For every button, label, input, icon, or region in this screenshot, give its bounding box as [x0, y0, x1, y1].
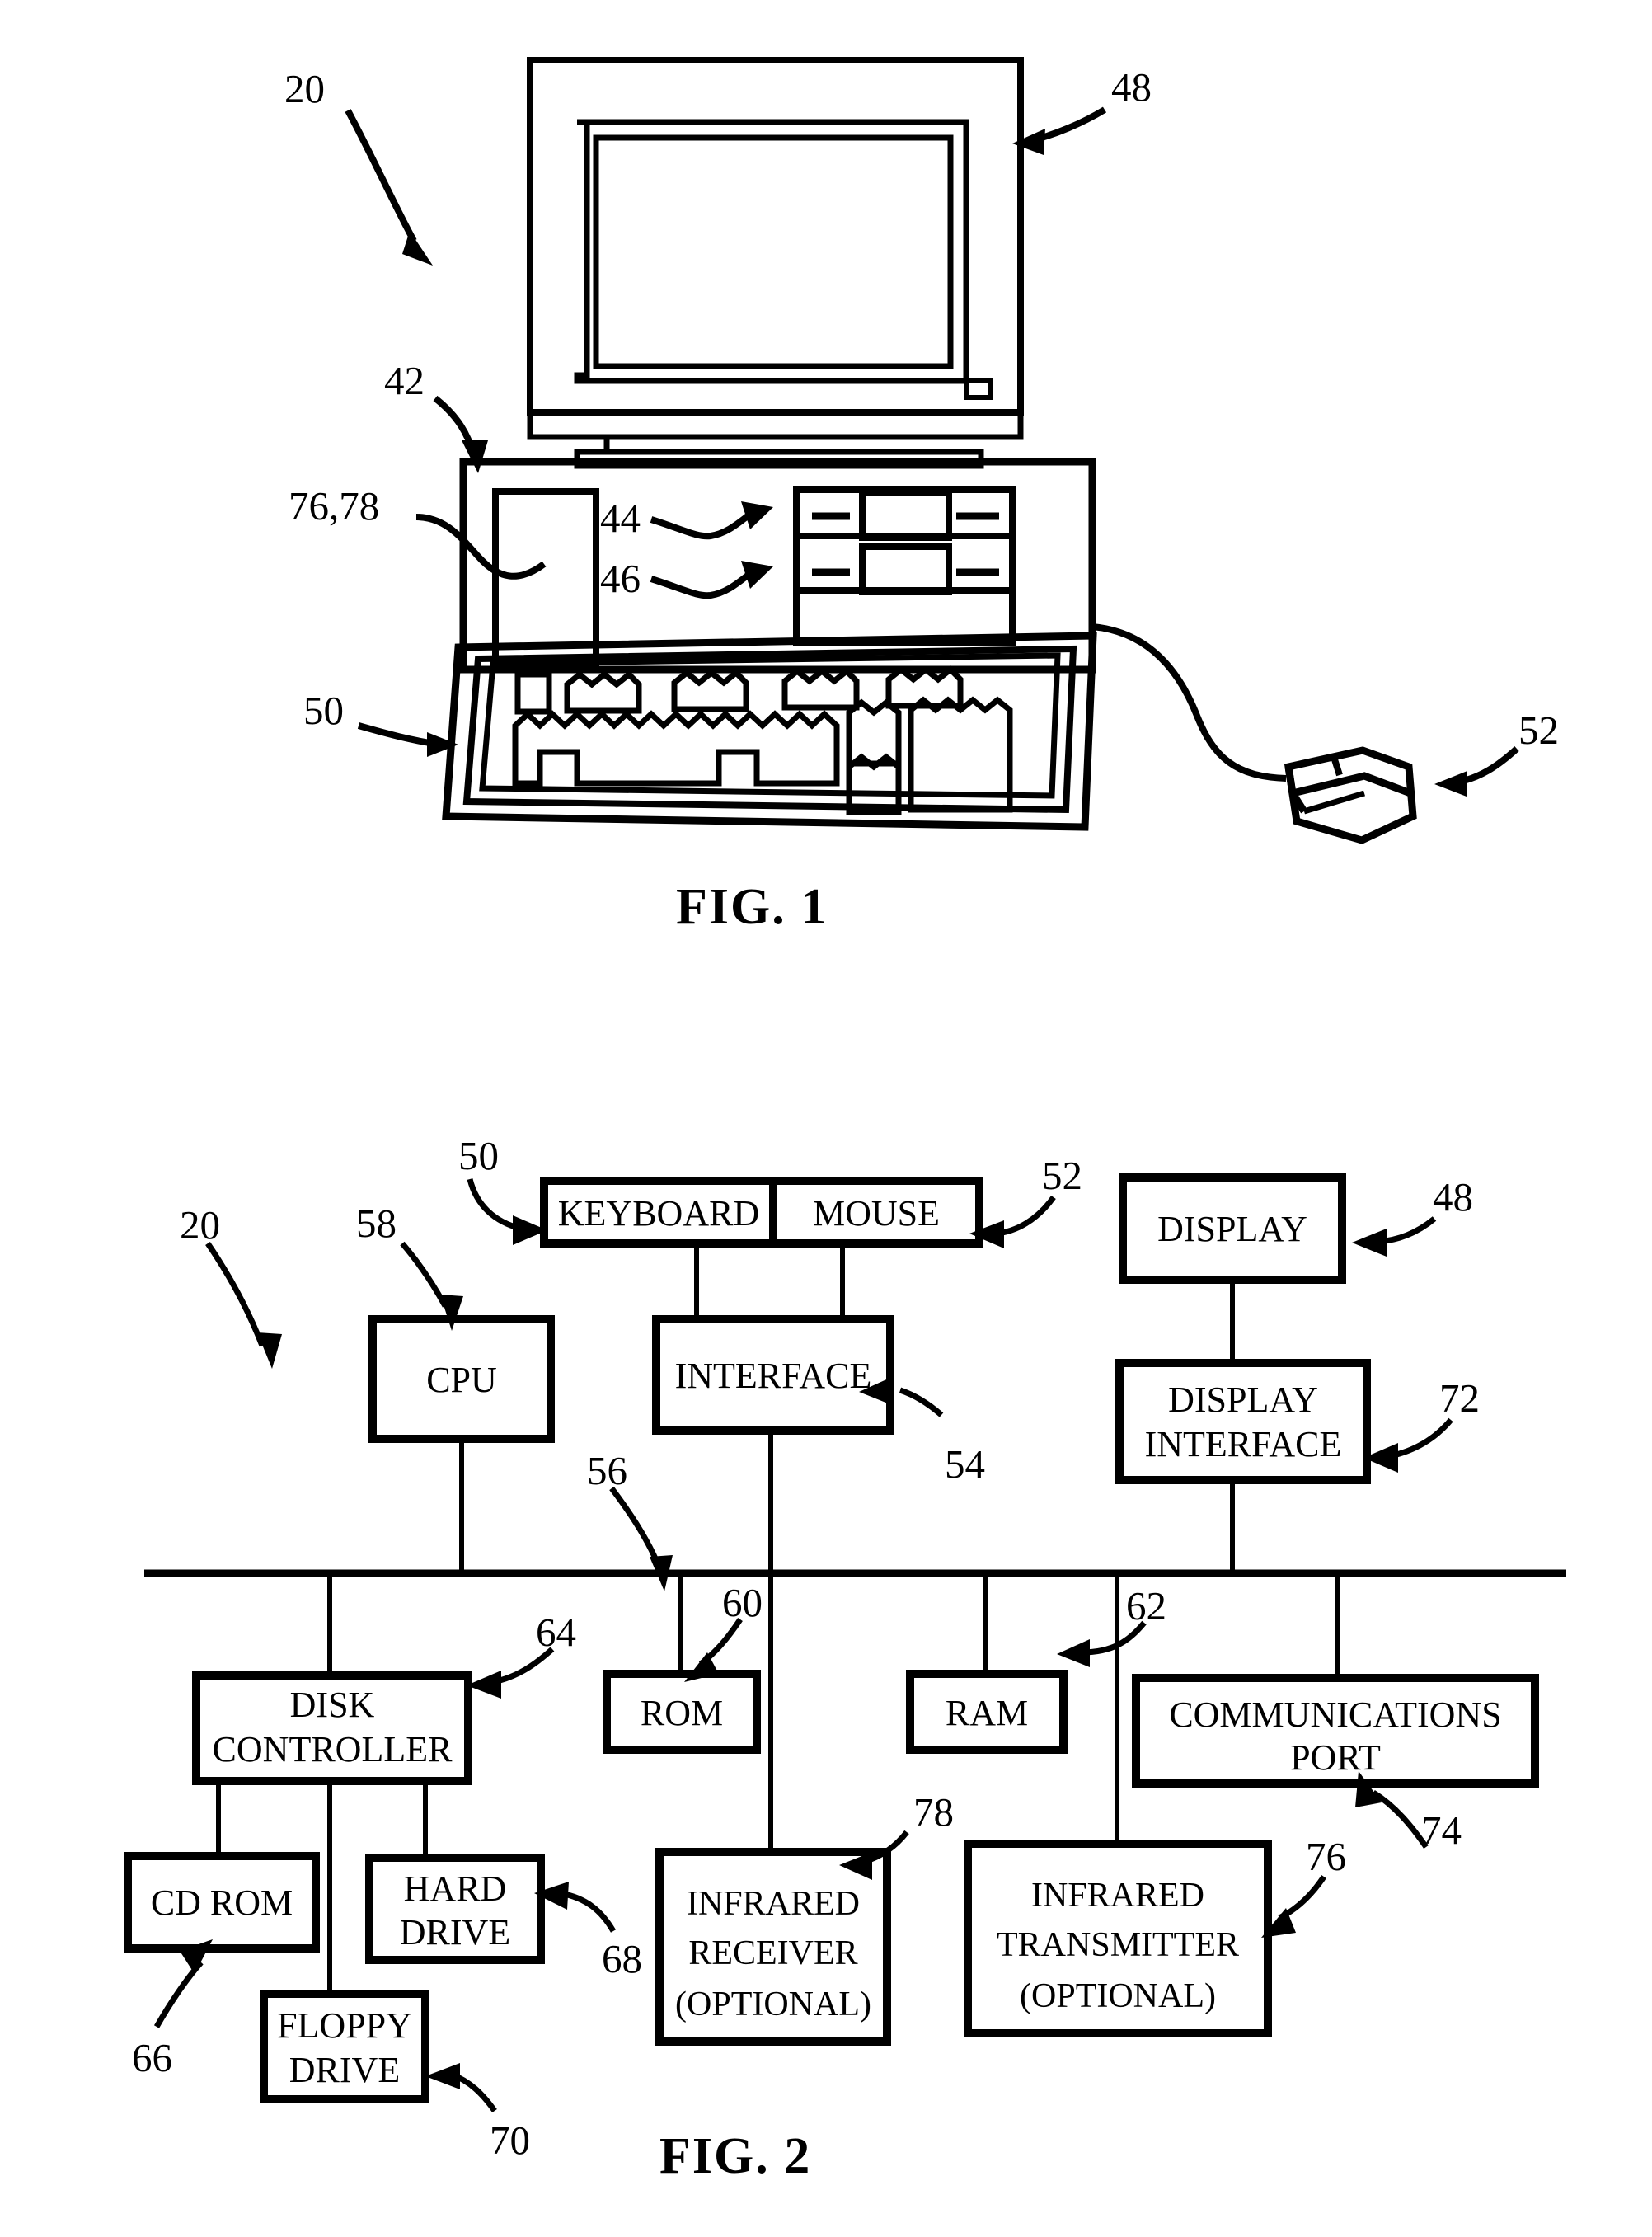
label-cd-rom: CD ROM — [151, 1882, 293, 1923]
label-communications-port-line2: PORT — [1290, 1737, 1381, 1778]
label-interface: INTERFACE — [675, 1356, 872, 1396]
label-display-interface-line1: DISPLAY — [1168, 1379, 1318, 1420]
callout-60-fig2: 60 — [722, 1580, 763, 1625]
label-floppy-drive-line2: DRIVE — [289, 2050, 400, 2090]
callout-50-fig2: 50 — [458, 1133, 499, 1178]
label-communications-port-line1: COMMUNICATIONS — [1169, 1694, 1501, 1735]
figure-1-caption: FIG. 1 — [676, 879, 828, 935]
label-infrared-transmitter-line3: (OPTIONAL) — [1020, 1977, 1216, 2015]
label-ram: RAM — [946, 1693, 1028, 1733]
label-display-interface-line2: INTERFACE — [1145, 1424, 1342, 1464]
callout-48-fig2: 48 — [1433, 1174, 1473, 1220]
callout-54-fig2: 54 — [945, 1441, 985, 1487]
label-disk-controller-line2: CONTROLLER — [213, 1729, 453, 1769]
callout-70-fig2: 70 — [490, 2117, 530, 2163]
label-rom: ROM — [641, 1693, 723, 1733]
callout-74-fig2: 74 — [1421, 1807, 1462, 1853]
callout-50-fig1: 50 — [303, 688, 344, 733]
callout-52-fig2: 52 — [1042, 1153, 1082, 1198]
callout-76-fig2: 76 — [1306, 1834, 1346, 1879]
callout-46-fig1: 46 — [600, 556, 641, 601]
patent-drawing-sheet: 20 48 42 44 46 76,78 50 52 KEYBOARD MOUS… — [0, 0, 1652, 2237]
callout-62-fig2: 62 — [1126, 1583, 1166, 1628]
label-hard-drive-line1: HARD — [404, 1868, 507, 1909]
figure-2-caption: FIG. 2 — [659, 2128, 812, 2184]
callout-56-fig2: 56 — [587, 1448, 627, 1493]
label-mouse: MOUSE — [813, 1193, 940, 1234]
label-cpu: CPU — [426, 1360, 497, 1400]
label-infrared-transmitter-line2: TRANSMITTER — [997, 1926, 1239, 1964]
callout-42-fig1: 42 — [384, 358, 425, 403]
label-floppy-drive-line1: FLOPPY — [277, 2005, 412, 2046]
callout-7678-fig1: 76,78 — [289, 483, 379, 529]
callout-52-fig1: 52 — [1518, 707, 1559, 753]
label-infrared-receiver-line3: (OPTIONAL) — [675, 1986, 871, 2023]
label-keyboard: KEYBOARD — [558, 1193, 759, 1234]
label-infrared-receiver-line2: RECEIVER — [688, 1934, 857, 1972]
label-hard-drive-line2: DRIVE — [400, 1912, 510, 1953]
drawing-canvas: 20 48 42 44 46 76,78 50 52 KEYBOARD MOUS… — [0, 0, 1652, 2237]
label-infrared-transmitter-line1: INFRARED — [1031, 1877, 1204, 1915]
callout-58-fig2: 58 — [356, 1201, 397, 1246]
label-disk-controller-line1: DISK — [290, 1685, 375, 1725]
callout-72-fig2: 72 — [1439, 1375, 1480, 1421]
label-display: DISPLAY — [1157, 1209, 1307, 1249]
callout-20-fig2: 20 — [180, 1202, 220, 1248]
callout-48-fig1: 48 — [1111, 64, 1152, 110]
callout-68-fig2: 68 — [602, 1936, 642, 1981]
callout-66-fig2: 66 — [132, 2035, 172, 2080]
callout-64-fig2: 64 — [536, 1610, 576, 1655]
callout-20-fig1: 20 — [284, 66, 325, 111]
label-infrared-receiver-line1: INFRARED — [687, 1885, 860, 1923]
callout-44-fig1: 44 — [600, 496, 641, 541]
callout-78-fig2: 78 — [913, 1789, 954, 1835]
